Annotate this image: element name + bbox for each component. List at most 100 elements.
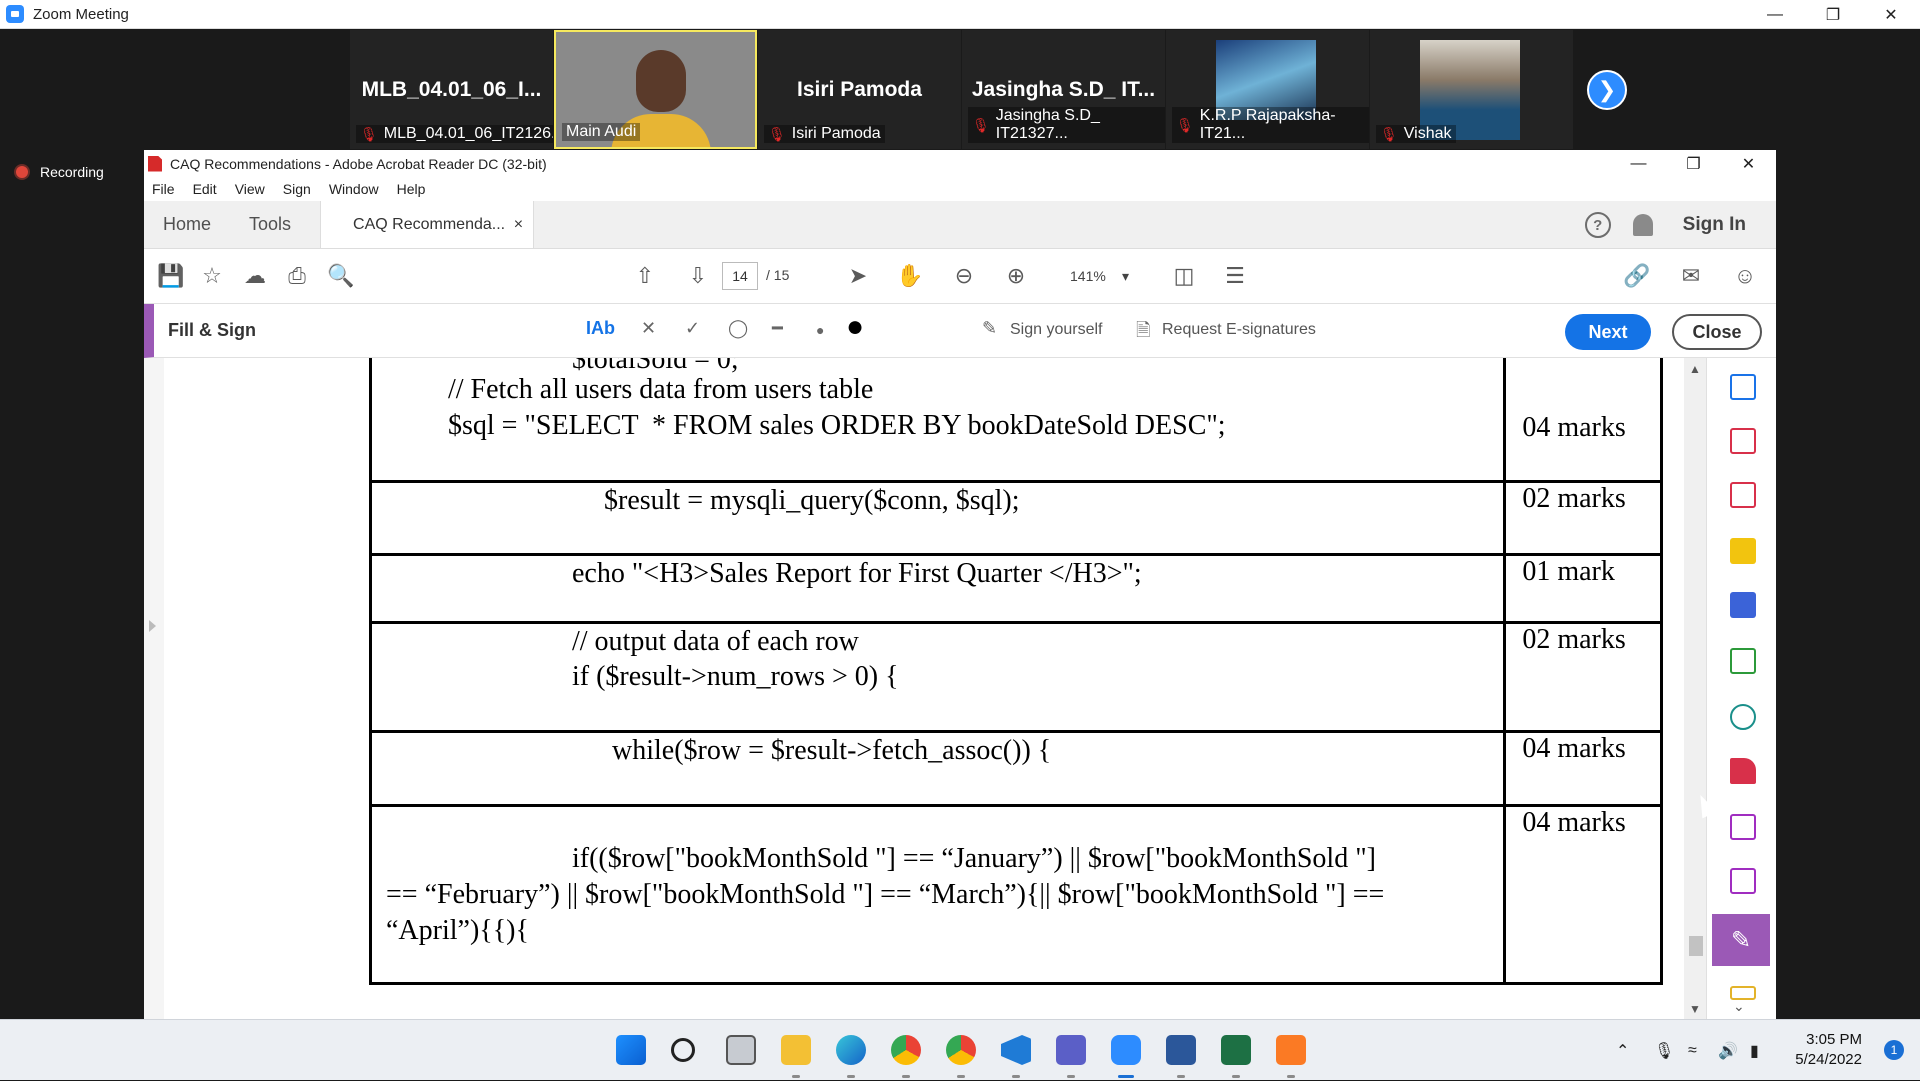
scroll-down-icon[interactable]: ▼ bbox=[1689, 1002, 1701, 1016]
edge-icon[interactable] bbox=[836, 1035, 866, 1065]
acrobat-restore-button[interactable]: ❐ bbox=[1666, 150, 1721, 177]
zoom-window-title: Zoom Meeting bbox=[33, 5, 129, 23]
comment-icon[interactable] bbox=[1730, 538, 1756, 564]
check-mark-tool-icon[interactable]: ✓ bbox=[685, 318, 700, 339]
volume-icon[interactable]: 🔊 bbox=[1718, 1020, 1738, 1081]
zoom-in-icon[interactable]: ⊕ bbox=[1001, 261, 1031, 291]
chrome-profile-icon[interactable] bbox=[946, 1035, 976, 1065]
close-button[interactable]: ✕ bbox=[1862, 0, 1920, 29]
rail-scroll-down-icon[interactable]: ⌄ bbox=[1733, 998, 1745, 1015]
xampp-icon[interactable] bbox=[1276, 1035, 1306, 1065]
print-icon[interactable]: ⎙ bbox=[282, 261, 312, 291]
document-view[interactable]: $totalSold = 0; // Fetch all users data … bbox=[144, 358, 1706, 1020]
notification-badge[interactable]: 1 bbox=[1884, 1040, 1904, 1060]
microphone-icon[interactable]: 🎙 bbox=[1654, 1020, 1674, 1081]
task-view-icon[interactable] bbox=[726, 1035, 756, 1065]
sign-in-button[interactable]: Sign In bbox=[1683, 214, 1746, 236]
participant-tile[interactable]: Jasingha S.D_ IT... 🎙 Jasingha S.D_ IT213… bbox=[962, 30, 1165, 149]
menu-view[interactable]: View bbox=[235, 181, 265, 197]
select-cursor-icon[interactable]: ➤ bbox=[843, 261, 873, 291]
export-pdf-icon[interactable] bbox=[1730, 374, 1756, 400]
next-button[interactable]: Next bbox=[1565, 314, 1651, 350]
chrome-icon[interactable] bbox=[891, 1035, 921, 1065]
tab-document[interactable]: CAQ Recommenda... × bbox=[320, 201, 535, 248]
vscode-icon[interactable] bbox=[1001, 1035, 1031, 1065]
next-page-icon[interactable]: ⇩ bbox=[683, 261, 713, 291]
request-esignatures-button[interactable]: Request E-signatures bbox=[1162, 321, 1316, 339]
protect-pdf-icon[interactable] bbox=[1730, 814, 1756, 840]
participant-tile[interactable]: Isiri Pamoda 🎙 Isiri Pamoda bbox=[758, 30, 961, 149]
excel-icon[interactable] bbox=[1221, 1035, 1251, 1065]
scroll-up-icon[interactable]: ▲ bbox=[1689, 362, 1701, 376]
participant-video bbox=[636, 50, 686, 112]
acrobat-close-button[interactable]: ✕ bbox=[1721, 150, 1776, 177]
wifi-icon[interactable]: ≈ bbox=[1688, 1020, 1697, 1081]
upload-cloud-icon[interactable]: ☁ bbox=[240, 261, 270, 291]
scrolling-mode-icon[interactable]: ☰ bbox=[1220, 261, 1250, 291]
zoom-level-select[interactable]: 141% ▾ bbox=[1062, 262, 1137, 290]
left-pane-collapsed[interactable] bbox=[144, 358, 164, 1020]
menu-sign[interactable]: Sign bbox=[283, 181, 311, 197]
organize-pages-icon[interactable] bbox=[1730, 428, 1756, 454]
sign-yourself-button[interactable]: Sign yourself bbox=[1010, 321, 1103, 339]
participant-tile[interactable]: MLB_04.01_06_I... 🎙 MLB_04.01_06_IT2126..… bbox=[350, 30, 553, 149]
recording-indicator[interactable]: Recording bbox=[16, 164, 104, 180]
tab-tools[interactable]: Tools bbox=[230, 201, 310, 248]
circle-tool-icon[interactable]: ◯ bbox=[728, 318, 748, 339]
show-hidden-icons-chevron-icon[interactable]: ⌃ bbox=[1616, 1020, 1629, 1081]
combine-files-icon[interactable] bbox=[1730, 592, 1756, 618]
battery-icon[interactable]: ▮ bbox=[1750, 1020, 1759, 1081]
minimize-button[interactable]: — bbox=[1746, 0, 1804, 29]
dot-large-color-icon[interactable]: ● bbox=[846, 310, 864, 344]
fill-sign-tool-active[interactable]: ✎ bbox=[1712, 914, 1770, 966]
scrollbar-thumb[interactable] bbox=[1689, 936, 1703, 956]
close-tab-icon[interactable]: × bbox=[514, 216, 523, 234]
close-fill-sign-button[interactable]: Close bbox=[1672, 314, 1762, 350]
menu-edit[interactable]: Edit bbox=[193, 181, 217, 197]
convert-pdf-icon[interactable] bbox=[1730, 704, 1756, 730]
page-number-input[interactable]: 14 bbox=[722, 262, 758, 290]
menu-file[interactable]: File bbox=[152, 181, 175, 197]
save-icon[interactable]: 💾 bbox=[156, 261, 186, 291]
system-clock[interactable]: 3:05 PM 5/24/2022 bbox=[1795, 1030, 1862, 1070]
participant-tile[interactable]: 🎙 K.R.P Rajapaksha-IT21... bbox=[1166, 30, 1369, 149]
word-icon[interactable] bbox=[1166, 1035, 1196, 1065]
compress-pdf-icon[interactable] bbox=[1730, 648, 1756, 674]
search-taskbar-icon[interactable] bbox=[671, 1038, 695, 1062]
tab-home[interactable]: Home bbox=[144, 201, 230, 248]
line-tool-icon[interactable]: ━ bbox=[772, 318, 783, 339]
file-explorer-icon[interactable] bbox=[781, 1035, 811, 1065]
add-text-tool[interactable]: IAb bbox=[586, 318, 615, 339]
vertical-scrollbar[interactable]: ▲ ▼ bbox=[1684, 358, 1706, 1020]
teams-icon[interactable] bbox=[1056, 1035, 1086, 1065]
search-icon[interactable]: 🔍 bbox=[326, 261, 356, 291]
sign-yourself-icon[interactable]: ✎ bbox=[982, 318, 997, 339]
expand-pane-icon[interactable] bbox=[149, 620, 156, 632]
zoom-taskbar-icon[interactable] bbox=[1111, 1035, 1141, 1065]
gallery-next-button[interactable]: ❯ bbox=[1587, 70, 1627, 110]
share-link-icon[interactable]: 🔗 bbox=[1622, 261, 1652, 291]
participant-tile[interactable]: 🎙 Vishak bbox=[1370, 30, 1573, 149]
zoom-out-icon[interactable]: ⊖ bbox=[949, 261, 979, 291]
participant-tile-active-speaker[interactable]: Main Audi bbox=[554, 30, 757, 149]
previous-page-icon[interactable]: ⇧ bbox=[630, 261, 660, 291]
prepare-form-icon[interactable] bbox=[1730, 868, 1756, 894]
menu-help[interactable]: Help bbox=[397, 181, 426, 197]
page-fit-icon[interactable]: ◫ bbox=[1169, 261, 1199, 291]
add-user-icon[interactable]: ☺ bbox=[1730, 261, 1760, 291]
participant-display-name: Jasingha S.D_ IT... bbox=[971, 78, 1156, 101]
create-pdf-icon[interactable] bbox=[1730, 482, 1756, 508]
dot-small-tool-icon[interactable]: ● bbox=[816, 322, 824, 338]
start-icon[interactable] bbox=[616, 1035, 646, 1065]
hand-tool-icon[interactable]: ✋ bbox=[895, 261, 925, 291]
bookmark-star-icon[interactable]: ☆ bbox=[197, 261, 227, 291]
restore-button[interactable]: ❐ bbox=[1804, 0, 1862, 29]
request-signature-icon[interactable]: 🗎 bbox=[1136, 318, 1150, 348]
acrobat-minimize-button[interactable]: — bbox=[1611, 150, 1666, 177]
menu-window[interactable]: Window bbox=[329, 181, 379, 197]
notifications-bell-icon[interactable] bbox=[1632, 214, 1653, 236]
help-icon[interactable]: ? bbox=[1584, 212, 1611, 238]
email-icon[interactable]: ✉ bbox=[1676, 261, 1706, 291]
edit-pdf-icon[interactable] bbox=[1730, 758, 1756, 784]
cross-mark-tool-icon[interactable]: ✕ bbox=[641, 318, 656, 339]
